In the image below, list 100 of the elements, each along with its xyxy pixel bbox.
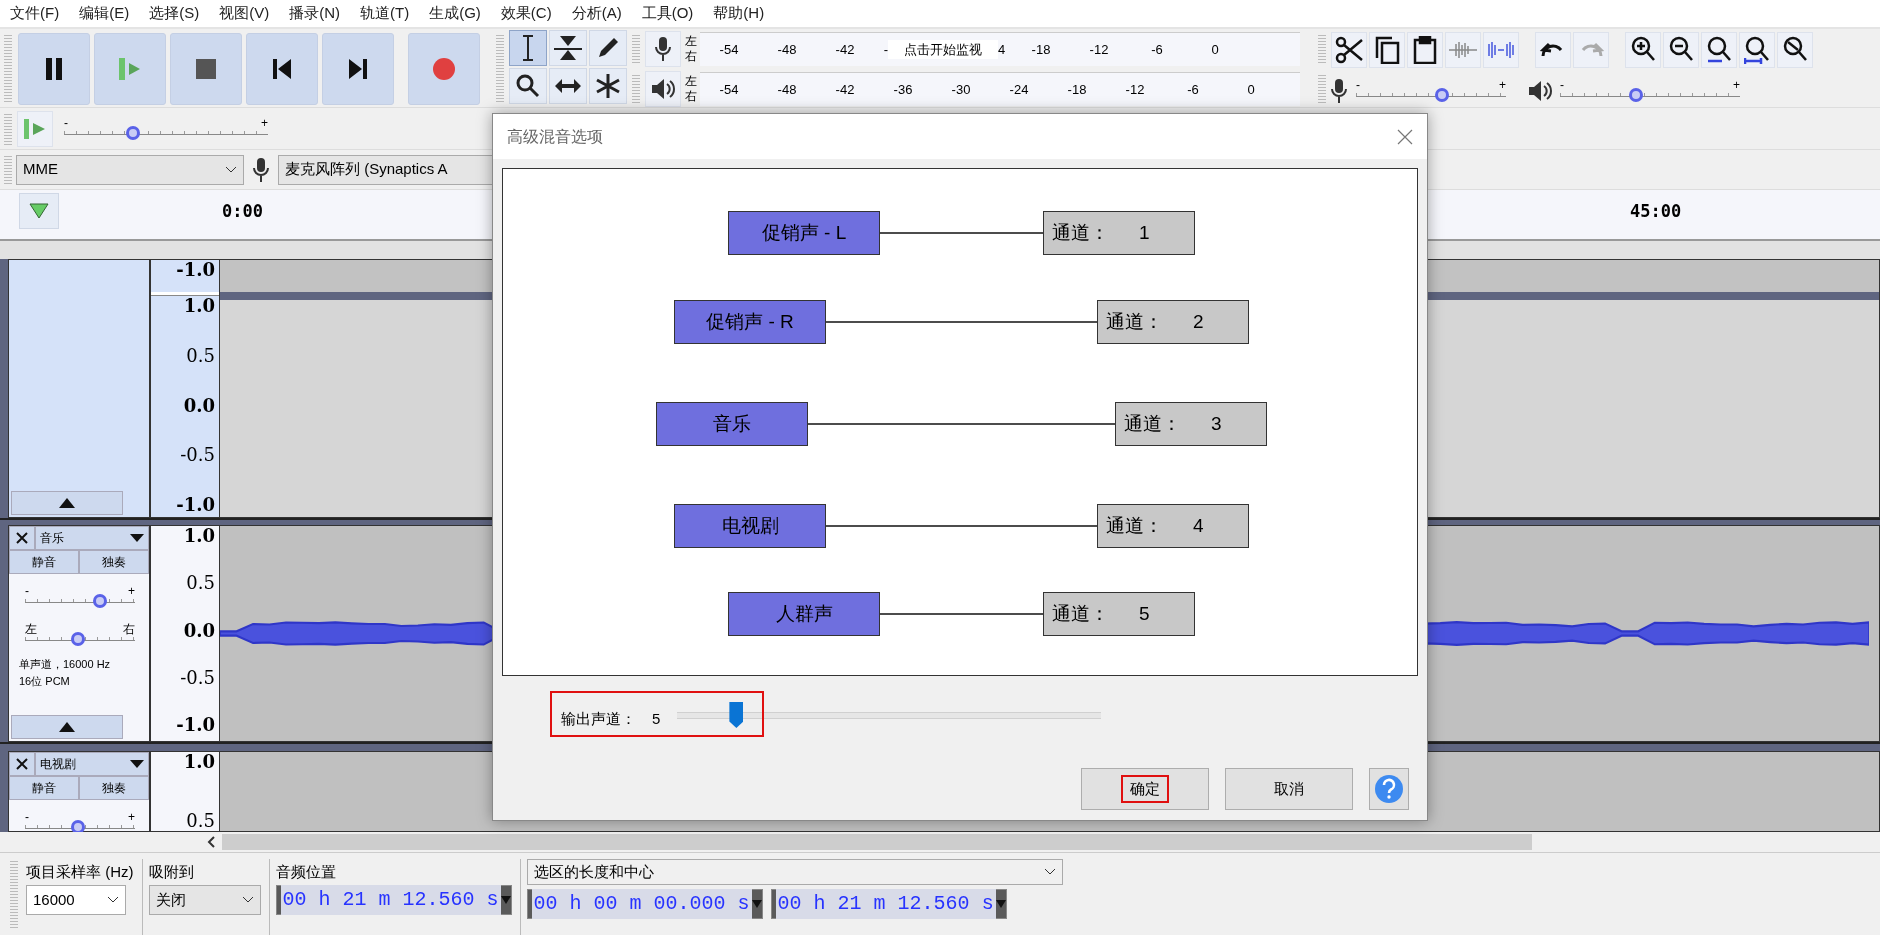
menu-item[interactable]: 工具(O) <box>631 2 704 25</box>
caret-icon <box>130 760 144 768</box>
play-icon <box>23 117 47 140</box>
channel-node[interactable]: 通道： 4 <box>1097 504 1249 548</box>
selection-time-field[interactable]: 00 h 21 m 12.560 s <box>770 889 1007 919</box>
menu-item[interactable]: 选择(S) <box>139 2 210 25</box>
track-panel[interactable] <box>8 259 150 518</box>
close-icon <box>16 758 28 770</box>
draw-tool-button[interactable] <box>589 30 627 66</box>
up-triangle-icon <box>59 722 75 732</box>
envelope-tool-button[interactable] <box>549 30 587 66</box>
minus-label: - <box>64 114 68 132</box>
menu-item[interactable]: 播录(N) <box>279 2 350 25</box>
track-info: 单声道，16000 Hz <box>19 657 112 672</box>
track-node[interactable]: 促销声 - R <box>674 300 826 344</box>
record-meter-button[interactable] <box>645 31 681 67</box>
collapse-button[interactable] <box>11 715 123 739</box>
channel-label: 通道： <box>1052 601 1109 626</box>
fit-project-button[interactable] <box>1739 32 1775 68</box>
solo-button[interactable]: 独奏 <box>79 550 149 574</box>
track-node[interactable]: 音乐 <box>656 402 808 446</box>
slider-thumb[interactable] <box>1434 88 1449 102</box>
solo-button[interactable]: 独奏 <box>79 776 149 800</box>
mute-button[interactable]: 静音 <box>9 776 79 800</box>
track-node[interactable]: 电视剧 <box>674 504 826 548</box>
scale-label: 1.0 <box>183 296 215 316</box>
audio-position-field[interactable]: 00 h 21 m 12.560 s <box>275 885 512 915</box>
minus-label: - <box>25 809 29 826</box>
record-button[interactable] <box>408 33 480 105</box>
slider-thumb[interactable] <box>92 594 107 608</box>
zoom-in-button[interactable] <box>1625 32 1661 68</box>
scale-label: -1.0 <box>176 495 215 515</box>
monitor-hint[interactable]: 点击开始监视 <box>888 39 998 60</box>
cut-button[interactable] <box>1331 32 1367 68</box>
collapse-button[interactable] <box>11 491 123 515</box>
microphone-icon <box>654 36 672 62</box>
selection-mode-dropdown[interactable]: 选区的长度和中心 <box>526 859 1063 885</box>
channel-node[interactable]: 通道： 1 <box>1043 211 1195 255</box>
dialog-button[interactable]: 取消 <box>1225 768 1353 810</box>
track-name-menu[interactable]: 电视剧 <box>35 752 149 776</box>
channel-node[interactable]: 通道： 5 <box>1043 592 1195 636</box>
paste-button[interactable] <box>1407 32 1443 68</box>
silence-button[interactable] <box>1483 32 1519 68</box>
meter-tick-label: -12 <box>1124 80 1146 99</box>
snap-dropdown[interactable]: 关闭 <box>148 885 261 915</box>
menu-item[interactable]: 帮助(H) <box>703 2 775 25</box>
slider-track[interactable] <box>1356 93 1506 97</box>
menu-item[interactable]: 轨道(T) <box>350 2 420 25</box>
scrollbar-thumb[interactable] <box>222 834 1532 850</box>
menu-item[interactable]: 生成(G) <box>419 2 491 25</box>
stop-icon <box>196 59 216 79</box>
stop-button[interactable] <box>170 33 242 105</box>
menu-item[interactable]: 文件(F) <box>0 2 70 25</box>
slider-thumb[interactable] <box>70 632 85 646</box>
fit-selection-button[interactable] <box>1701 32 1737 68</box>
scale-label: 0.0 <box>183 395 215 416</box>
channel-number: 2 <box>1193 309 1204 334</box>
mute-button[interactable]: 静音 <box>9 550 79 574</box>
sample-rate-dropdown[interactable]: 16000 <box>26 885 126 915</box>
timeshift-tool-button[interactable] <box>549 68 587 104</box>
slider-thumb[interactable] <box>70 820 85 832</box>
slider-thumb[interactable] <box>126 125 141 140</box>
dialog-title: 高级混音选项 <box>507 126 603 147</box>
minus-label: - <box>1356 77 1360 94</box>
undo-button[interactable] <box>1535 32 1571 68</box>
meter-tick-label: -18 <box>1030 40 1052 59</box>
host-dropdown[interactable]: MME <box>16 154 244 185</box>
play-meter-button[interactable] <box>645 71 681 107</box>
slider-thumb[interactable] <box>729 702 744 728</box>
multi-tool-button[interactable] <box>589 68 627 104</box>
track-panel[interactable]: 电视剧 静音 独奏 - + <box>8 751 150 832</box>
zoom-tool-button[interactable] <box>509 68 547 104</box>
track-node[interactable]: 促销声 - L <box>728 211 880 255</box>
skip-to-end-button[interactable] <box>322 33 394 105</box>
menu-item[interactable]: 分析(A) <box>561 2 632 25</box>
copy-button[interactable] <box>1369 32 1405 68</box>
output-channels-value: 5 <box>652 709 661 729</box>
timeline-options-button[interactable] <box>19 193 59 229</box>
track-panel[interactable]: 音乐 静音 独奏 - + 左 右 单声道，16000 Hz 16位 PCM <box>8 525 150 742</box>
slider-thumb[interactable] <box>1628 88 1643 102</box>
pause-button[interactable] <box>18 33 90 105</box>
menu-item[interactable]: 效果(C) <box>490 2 562 25</box>
channel-node[interactable]: 通道： 2 <box>1097 300 1249 344</box>
track-node[interactable]: 人群声 <box>728 592 880 636</box>
menu-item[interactable]: 编辑(E) <box>69 2 140 25</box>
track-name-menu[interactable]: 音乐 <box>35 526 149 550</box>
channel-node[interactable]: 通道： 3 <box>1115 402 1267 446</box>
zoom-toggle-button[interactable] <box>1777 32 1813 68</box>
skip-to-start-button[interactable] <box>246 33 318 105</box>
caret-icon <box>751 900 762 908</box>
dialog-button[interactable]: 确定 <box>1081 768 1209 810</box>
select-tool-button[interactable] <box>509 30 547 66</box>
silence-audio-icon <box>1486 40 1516 60</box>
scale-label: 1.0 <box>183 526 215 546</box>
selection-time-field[interactable]: 00 h 00 m 00.000 s <box>526 889 763 919</box>
play-at-speed-button[interactable] <box>17 110 53 147</box>
slider-track[interactable] <box>1560 93 1740 97</box>
help-button[interactable] <box>1369 768 1409 810</box>
zoom-out-button[interactable] <box>1663 32 1699 68</box>
menu-item[interactable]: 视图(V) <box>209 2 280 25</box>
